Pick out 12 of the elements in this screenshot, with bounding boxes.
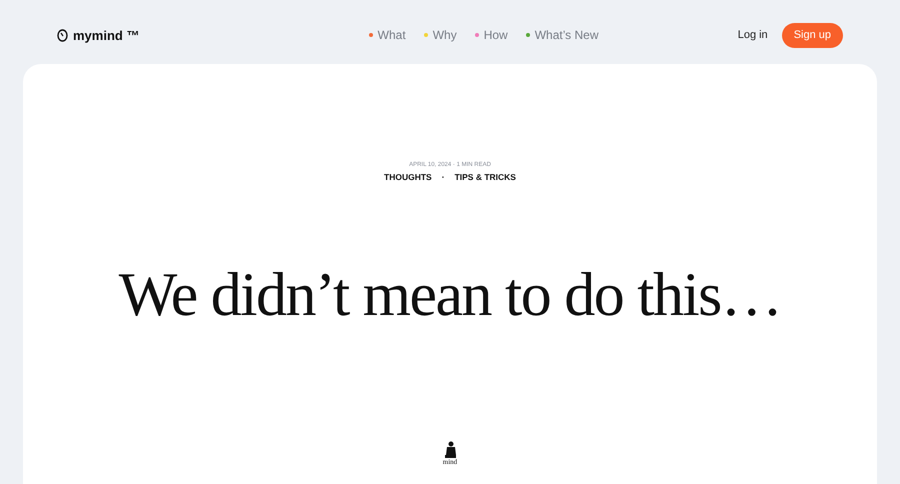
nav-link[interactable]: What’s New — [526, 28, 598, 42]
tag-link[interactable]: TIPS & TRICKS — [454, 172, 516, 182]
nav-link[interactable]: Why — [424, 28, 457, 42]
nav-link[interactable]: How — [474, 28, 508, 42]
brand-name[interactable]: mymind ™ — [73, 28, 140, 42]
article-title: We didn’t mean to do this… — [118, 260, 782, 331]
nav-link[interactable]: What — [368, 28, 406, 42]
login-link[interactable]: Log in — [738, 29, 768, 41]
signup-button[interactable]: Sign up — [782, 22, 843, 48]
tag-separator: · — [442, 172, 445, 182]
statue-icon — [442, 441, 457, 459]
tag-link[interactable]: THOUGHTS — [384, 172, 432, 182]
